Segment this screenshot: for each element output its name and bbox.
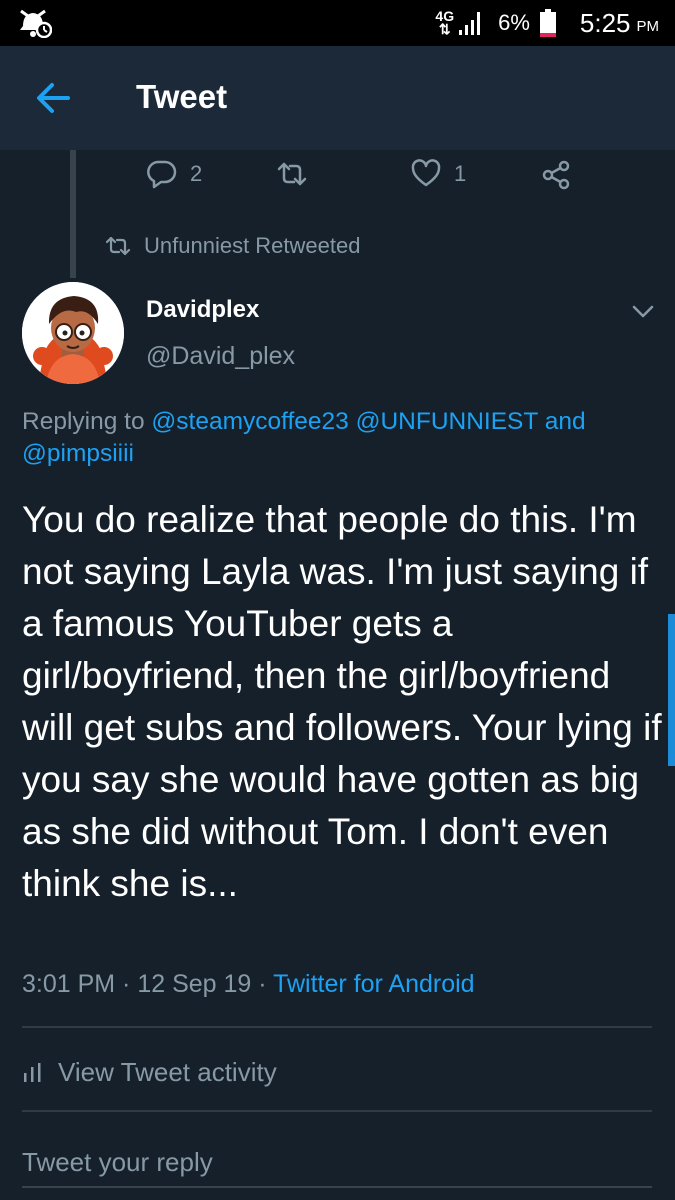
meta-separator: · xyxy=(251,970,274,998)
view-tweet-activity-label: View Tweet activity xyxy=(58,1056,277,1087)
reply-icon xyxy=(147,160,177,189)
tweet-time: 3:01 PM xyxy=(22,970,116,998)
retweet-context-label: Unfunniest Retweeted xyxy=(144,233,361,258)
thread-connector xyxy=(70,150,76,278)
retweet-button[interactable] xyxy=(276,154,308,194)
app-bar: Tweet xyxy=(0,46,675,150)
scrollbar-thumb[interactable] xyxy=(668,614,675,766)
arrow-left-icon xyxy=(37,83,70,113)
share-button[interactable] xyxy=(540,154,572,194)
tweet-date: 12 Sep 19 xyxy=(137,970,252,998)
clock-time: 5:25 xyxy=(579,7,631,38)
back-button[interactable] xyxy=(34,80,74,116)
alarm-mute-icon xyxy=(20,9,52,38)
mention-link[interactable]: @steamycoffee23 xyxy=(151,408,348,435)
tweet-meta: 3:01 PM · 12 Sep 19 · Twitter for Androi… xyxy=(22,970,475,999)
tweet-source-link[interactable]: Twitter for Android xyxy=(273,970,474,998)
avatar[interactable] xyxy=(22,282,124,384)
replying-to-prefix: Replying to xyxy=(22,408,152,435)
retweet-icon xyxy=(277,162,307,186)
reply-button[interactable]: 2 xyxy=(146,154,202,194)
page-title: Tweet xyxy=(136,78,228,115)
retweet-icon xyxy=(105,236,131,256)
mention-link[interactable]: @UNFUNNIEST xyxy=(356,408,538,435)
replying-to: Replying to @steamycoffee23 @UNFUNNIEST … xyxy=(22,406,662,470)
like-button[interactable]: 1 xyxy=(410,154,466,194)
avatar-image xyxy=(22,282,124,384)
tweet-menu-button[interactable] xyxy=(628,298,658,324)
network-type: 4G ⇅ xyxy=(435,8,455,37)
heart-icon xyxy=(411,159,441,187)
clock-ampm: PM xyxy=(636,17,660,35)
like-count: 1 xyxy=(454,161,467,186)
share-icon xyxy=(542,160,570,190)
author-display-name[interactable]: Davidplex xyxy=(146,296,259,324)
battery-icon xyxy=(539,9,556,37)
tweet-text: You do realize that people do this. I'm … xyxy=(22,499,662,904)
chevron-down-icon xyxy=(632,305,654,318)
data-arrows-icon: ⇅ xyxy=(438,21,451,37)
view-tweet-activity-button[interactable]: View Tweet activity xyxy=(22,1052,277,1092)
battery-percent: 6% xyxy=(498,10,530,35)
meta-separator: · xyxy=(115,970,138,998)
retweet-context[interactable]: Unfunniest Retweeted xyxy=(104,230,360,262)
status-bar: 4G ⇅ 6% 5:25 PM xyxy=(0,0,675,46)
author-handle: @David_plex xyxy=(146,342,296,370)
reply-count: 2 xyxy=(190,161,203,186)
divider xyxy=(22,1026,652,1028)
divider xyxy=(22,1110,652,1112)
mention-link[interactable]: @pimpsiiii xyxy=(22,440,134,467)
previous-tweet-actions: 2 1 xyxy=(140,154,600,194)
replying-to-and[interactable]: and xyxy=(538,408,586,435)
bar-chart-icon xyxy=(24,1063,41,1082)
reply-input[interactable] xyxy=(22,1138,652,1188)
signal-icon xyxy=(459,12,481,35)
